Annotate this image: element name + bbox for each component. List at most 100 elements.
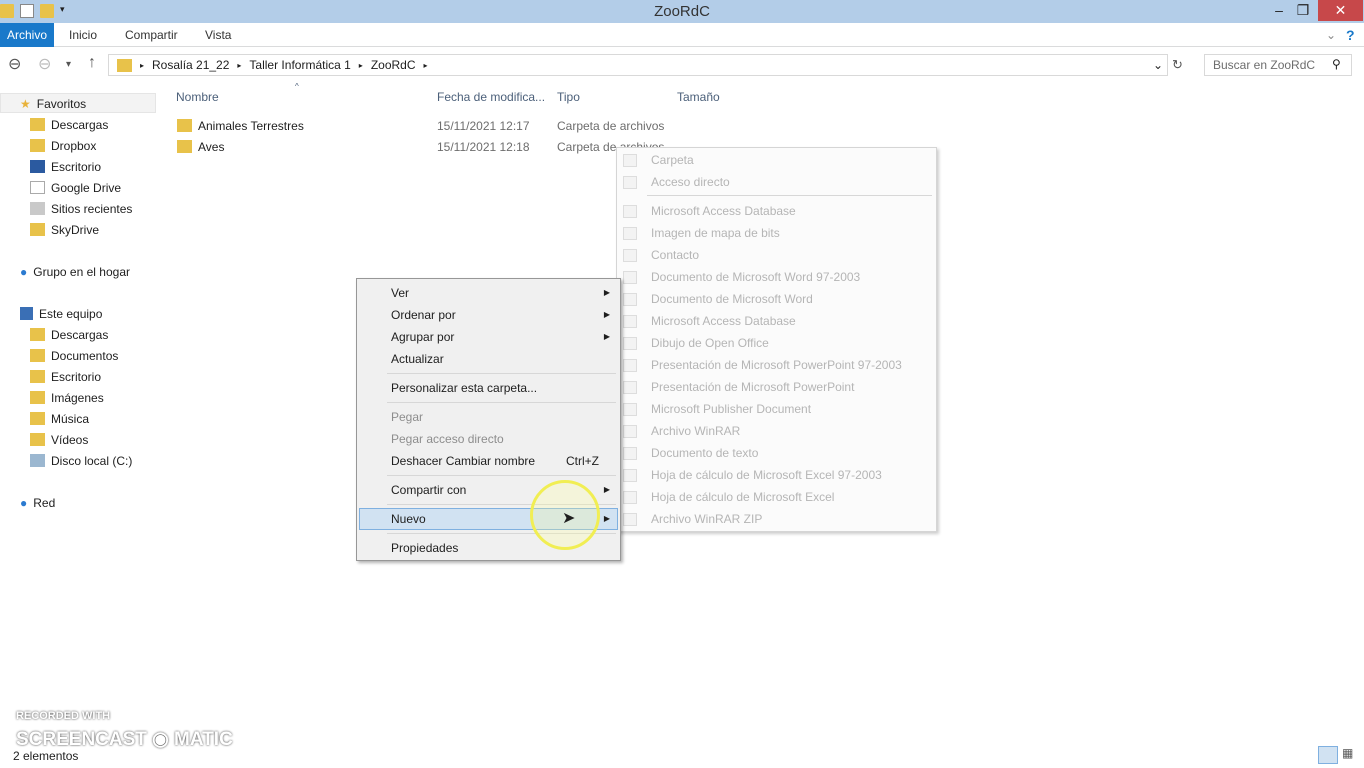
sidebar-item-homegroup[interactable]: ● Grupo en el hogar xyxy=(20,261,130,282)
submenu-arrow-icon: ▶ xyxy=(603,288,610,297)
file-type-icon xyxy=(623,293,637,306)
sidebar-item-documentos[interactable]: Documentos xyxy=(30,345,118,366)
folder-icon xyxy=(30,223,45,236)
file-type-icon xyxy=(623,425,637,438)
expand-ribbon-icon[interactable]: ⌄ xyxy=(1326,23,1336,47)
submenu-item: Acceso directo xyxy=(651,175,730,189)
breadcrumb-item[interactable]: Taller Informática 1 xyxy=(249,58,350,72)
column-header-tipo[interactable]: Tipo xyxy=(557,90,580,104)
file-row[interactable]: Aves xyxy=(177,140,224,154)
title-bar: ▾ ZooRdC – ❐ ✕ xyxy=(0,0,1364,23)
folder-icon xyxy=(30,370,45,383)
new-submenu: Carpeta Acceso directo Microsoft Access Da… xyxy=(616,147,937,532)
details-view-button[interactable] xyxy=(1318,746,1338,764)
submenu-item: Contacto xyxy=(651,248,700,262)
close-button[interactable]: ✕ xyxy=(1318,0,1363,21)
menu-item-deshacer[interactable]: Deshacer Cambiar nombre xyxy=(391,454,535,468)
search-icon: ⚲ xyxy=(1332,57,1341,71)
file-type-icon xyxy=(623,403,637,416)
file-type-icon xyxy=(623,315,637,328)
drive-icon xyxy=(30,454,45,467)
address-bar[interactable]: ▸ Rosalía 21_22 ▸ Taller Informática 1 ▸… xyxy=(108,54,1168,76)
menu-item-nuevo[interactable]: Nuevo xyxy=(391,512,426,526)
menu-item-ordenar-por[interactable]: Ordenar por xyxy=(391,308,456,322)
sidebar-item-descargas-pc[interactable]: Descargas xyxy=(30,324,108,345)
file-type-icon xyxy=(623,381,637,394)
menu-item-ver[interactable]: Ver xyxy=(391,286,409,300)
sidebar-item-descargas[interactable]: Descargas xyxy=(30,114,108,135)
submenu-item: Presentación de Microsoft PowerPoint xyxy=(651,380,855,394)
folder-icon xyxy=(30,412,45,425)
folder-icon xyxy=(30,139,45,152)
sidebar-item-este-equipo[interactable]: Este equipo xyxy=(20,303,102,324)
sidebar-item-dropbox[interactable]: Dropbox xyxy=(30,135,96,156)
recent-locations-icon[interactable]: ▾ xyxy=(66,59,71,70)
file-type-icon xyxy=(623,205,637,218)
sidebar-item-escritorio-pc[interactable]: Escritorio xyxy=(30,366,101,387)
column-header-tamano[interactable]: Tamaño xyxy=(677,90,720,104)
forward-button[interactable]: ⊖ xyxy=(38,54,51,74)
maximize-button[interactable]: ❐ xyxy=(1288,0,1318,21)
menu-item-actualizar[interactable]: Actualizar xyxy=(391,352,444,366)
sort-ascending-icon: ^ xyxy=(295,82,299,91)
submenu-item: Microsoft Publisher Document xyxy=(651,402,812,416)
submenu-item: Archivo WinRAR xyxy=(651,424,741,438)
menu-item-compartir-con[interactable]: Compartir con xyxy=(391,483,466,497)
tab-vista[interactable]: Vista xyxy=(205,23,231,47)
submenu-item: Hoja de cálculo de Microsoft Excel xyxy=(651,490,835,504)
address-dropdown-icon[interactable]: ⌄ xyxy=(1153,58,1163,72)
sidebar-item-sitios-recientes[interactable]: Sitios recientes xyxy=(30,198,132,219)
sidebar-item-escritorio[interactable]: Escritorio xyxy=(30,156,101,177)
sidebar-item-favoritos[interactable]: ★ Favoritos xyxy=(20,93,86,114)
column-header-fecha[interactable]: Fecha de modifica... xyxy=(437,90,545,104)
menu-item-agrupar-por[interactable]: Agrupar por xyxy=(391,330,454,344)
back-button[interactable]: ⊖ xyxy=(8,54,21,74)
sidebar-item-google-drive[interactable]: Google Drive xyxy=(30,177,121,198)
file-type-icon xyxy=(623,176,637,189)
network-icon: ● xyxy=(20,495,28,510)
submenu-item: Presentación de Microsoft PowerPoint 97-… xyxy=(651,358,902,372)
submenu-arrow-icon: ▶ xyxy=(603,485,610,494)
file-type-icon xyxy=(623,249,637,262)
sidebar-item-red[interactable]: ● Red xyxy=(20,492,55,513)
submenu-item: Documento de Microsoft Word xyxy=(651,292,813,306)
tab-inicio[interactable]: Inicio xyxy=(69,23,97,47)
file-type-icon xyxy=(623,227,637,240)
sidebar-item-skydrive[interactable]: SkyDrive xyxy=(30,219,99,240)
submenu-item: Microsoft Access Database xyxy=(651,204,796,218)
menu-item-personalizar[interactable]: Personalizar esta carpeta... xyxy=(391,381,537,395)
submenu-item: Microsoft Access Database xyxy=(651,314,796,328)
submenu-arrow-icon: ▶ xyxy=(603,310,610,319)
submenu-arrow-icon: ▶ xyxy=(603,332,610,341)
search-input[interactable]: Buscar en ZooRdC xyxy=(1204,54,1352,76)
sidebar-item-videos[interactable]: Vídeos xyxy=(30,429,88,450)
folder-icon xyxy=(30,328,45,341)
submenu-item: Hoja de cálculo de Microsoft Excel 97-20… xyxy=(651,468,882,482)
sidebar-item-imagenes[interactable]: Imágenes xyxy=(30,387,104,408)
breadcrumb-item[interactable]: ZooRdC xyxy=(371,58,416,72)
folder-icon xyxy=(30,391,45,404)
mouse-cursor-icon: ➤ xyxy=(562,510,576,527)
file-type-icon xyxy=(623,469,637,482)
file-type-icon xyxy=(623,447,637,460)
help-icon[interactable]: ? xyxy=(1346,23,1355,47)
refresh-icon[interactable]: ↻ xyxy=(1172,57,1183,73)
file-row[interactable]: Animales Terrestres xyxy=(177,119,304,133)
submenu-item: Carpeta xyxy=(651,153,694,167)
submenu-item: Documento de Microsoft Word 97-2003 xyxy=(651,270,861,284)
file-type-icon xyxy=(623,271,637,284)
column-header-nombre[interactable]: Nombre xyxy=(176,90,219,104)
tab-archivo[interactable]: Archivo xyxy=(0,23,55,47)
folder-icon xyxy=(30,433,45,446)
menu-item-propiedades[interactable]: Propiedades xyxy=(391,541,458,555)
tab-compartir[interactable]: Compartir xyxy=(125,23,178,47)
file-type-icon xyxy=(623,359,637,372)
sidebar-item-disco-local[interactable]: Disco local (C:) xyxy=(30,450,132,471)
breadcrumb-item[interactable]: Rosalía 21_22 xyxy=(152,58,229,72)
up-button[interactable]: ↑ xyxy=(88,54,96,72)
ribbon: Archivo Inicio Compartir Vista ⌄ ? xyxy=(0,23,1364,47)
large-icons-view-button[interactable]: ▦ xyxy=(1342,746,1360,764)
submenu-item: Archivo WinRAR ZIP xyxy=(651,512,763,526)
folder-icon xyxy=(117,58,132,72)
sidebar-item-musica[interactable]: Música xyxy=(30,408,89,429)
